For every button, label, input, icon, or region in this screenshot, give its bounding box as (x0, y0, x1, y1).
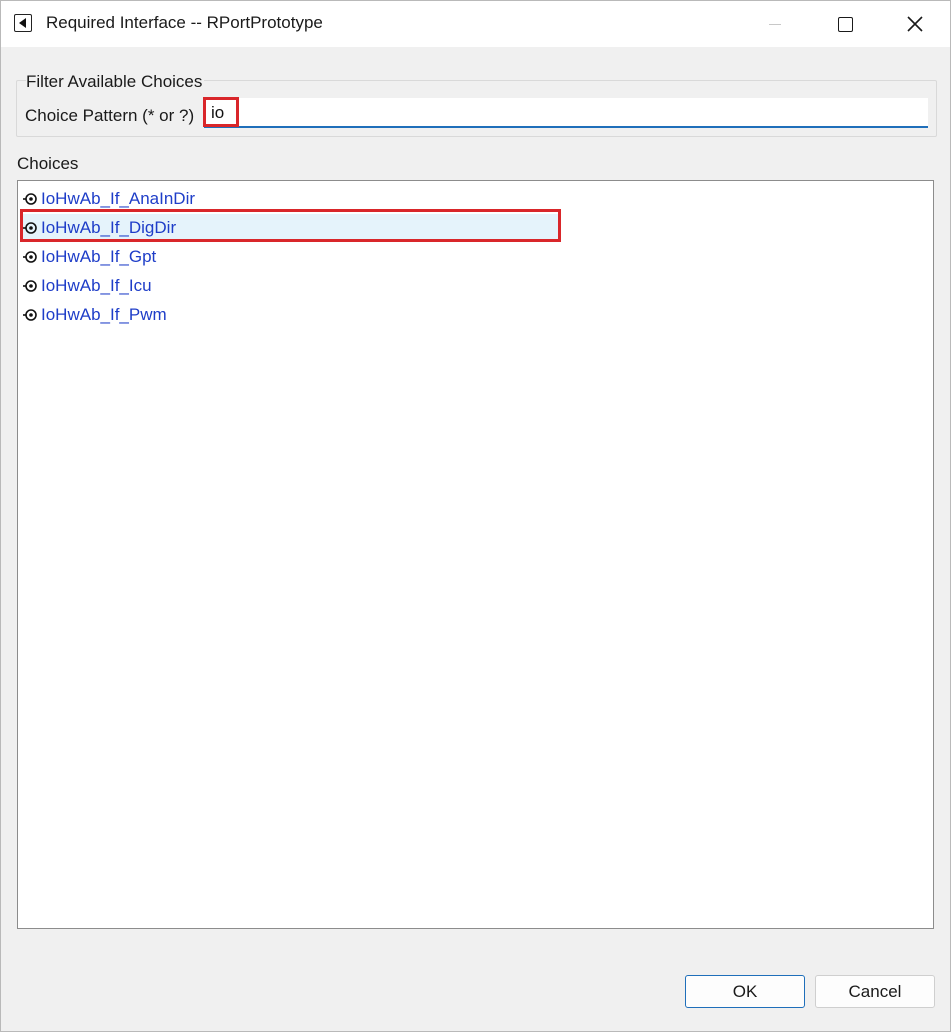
list-item-label: IoHwAb_If_Gpt (41, 246, 157, 266)
filter-group-legend: Filter Available Choices (26, 72, 205, 92)
ok-button[interactable]: OK (685, 975, 805, 1008)
dialog-window: Required Interface -- RPortPrototype Fil… (0, 0, 951, 1032)
interface-port-icon (23, 308, 37, 321)
minimize-icon (769, 23, 781, 25)
list-item[interactable]: IoHwAb_If_AnaInDir (21, 185, 558, 212)
interface-port-icon (23, 250, 37, 263)
choices-listbox[interactable]: IoHwAb_If_AnaInDir IoHwAb_If_DigDir IoHw… (17, 180, 934, 929)
interface-port-icon (23, 192, 37, 205)
list-item[interactable]: IoHwAb_If_Gpt (21, 243, 558, 270)
minimize-button[interactable] (740, 1, 810, 47)
close-button[interactable] (880, 1, 950, 47)
window-title: Required Interface -- RPortPrototype (46, 13, 323, 32)
list-item-label: IoHwAb_If_Icu (41, 275, 152, 295)
choice-pattern-input[interactable] (204, 98, 928, 128)
list-item-selected[interactable]: IoHwAb_If_DigDir (21, 214, 558, 241)
cancel-button[interactable]: Cancel (815, 975, 935, 1008)
app-icon (14, 14, 32, 32)
list-item[interactable]: IoHwAb_If_Icu (21, 272, 558, 299)
choices-label: Choices (17, 154, 79, 173)
list-item-label: IoHwAb_If_DigDir (41, 217, 177, 237)
title-bar[interactable]: Required Interface -- RPortPrototype (1, 1, 950, 47)
maximize-icon (837, 16, 853, 32)
list-item-label: IoHwAb_If_AnaInDir (41, 188, 196, 208)
interface-port-icon (23, 279, 37, 292)
close-icon (907, 16, 923, 32)
interface-port-icon (23, 221, 37, 234)
choice-pattern-label: Choice Pattern (* or ?) (25, 106, 195, 125)
list-item[interactable]: IoHwAb_If_Pwm (21, 301, 558, 328)
maximize-button[interactable] (810, 1, 880, 47)
list-item-label: IoHwAb_If_Pwm (41, 304, 167, 324)
